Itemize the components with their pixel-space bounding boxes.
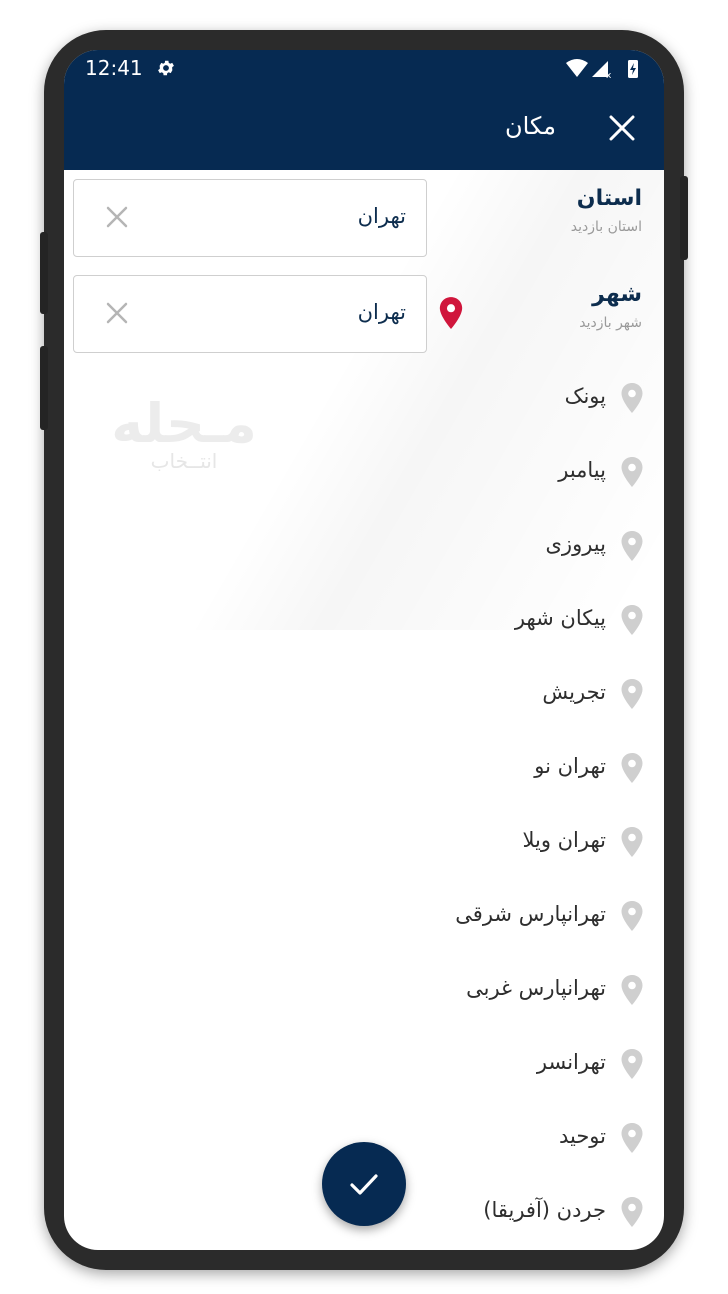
location-pin-icon <box>620 678 644 714</box>
app-bar: مکان <box>64 86 664 170</box>
location-pin-icon <box>620 604 644 640</box>
list-item[interactable]: تهرانپارس غربی <box>84 970 644 1010</box>
wifi-icon <box>566 59 588 77</box>
location-pin-icon <box>620 530 644 566</box>
location-pin-icon <box>620 826 644 862</box>
city-heading: شهر شهر بازدید <box>579 282 642 331</box>
list-item-label: تهران ویلا <box>522 828 606 852</box>
list-item-label: تهرانپارس غربی <box>466 976 606 1000</box>
list-item-label: تجریش <box>542 680 606 704</box>
location-pin-icon <box>620 900 644 936</box>
check-icon <box>350 1174 378 1195</box>
province-label: استان <box>576 186 642 211</box>
status-time: 12:41 <box>85 56 143 80</box>
list-item[interactable]: پیامبر <box>84 452 644 492</box>
location-pin-icon <box>620 456 644 492</box>
status-bar: 12:41 x <box>64 50 664 86</box>
location-pin-icon <box>620 1196 644 1232</box>
city-sublabel: شهر بازدید <box>579 315 642 331</box>
location-pin-icon <box>620 382 644 418</box>
list-item-label: پیکان شهر <box>514 606 606 630</box>
volume-up-button <box>40 232 48 314</box>
list-item[interactable]: تجریش <box>84 674 644 714</box>
svg-text:x: x <box>606 71 612 80</box>
city-label: شهر <box>592 282 642 307</box>
list-item[interactable]: تهران ویلا <box>84 822 644 862</box>
province-value: تهران <box>357 204 406 228</box>
list-item-label: پیامبر <box>558 458 606 482</box>
list-item-label: توحید <box>558 1124 606 1148</box>
close-icon <box>609 115 635 141</box>
list-item-label: جردن (آفریقا) <box>483 1198 606 1222</box>
list-item[interactable]: تهرانسر <box>84 1044 644 1084</box>
location-pin-icon <box>438 296 464 334</box>
clear-city-button[interactable] <box>106 302 128 324</box>
list-item-label: تهرانپارس شرقی <box>455 902 606 926</box>
list-item[interactable]: پونک <box>84 378 644 418</box>
close-icon <box>106 206 128 228</box>
list-item[interactable]: تهرانپارس شرقی <box>84 896 644 936</box>
screen: 12:41 x مکان مـحله انتــخاب استان استان … <box>64 50 664 1250</box>
city-field[interactable]: تهران <box>73 275 427 353</box>
location-pin-icon <box>620 1048 644 1084</box>
clear-province-button[interactable] <box>106 206 128 228</box>
list-item-label: پونک <box>564 384 606 408</box>
power-button <box>680 176 688 260</box>
location-pin-icon <box>620 974 644 1010</box>
page-title: مکان <box>504 112 556 140</box>
list-item-label: پیروزی <box>545 532 607 556</box>
volume-down-button <box>40 346 48 430</box>
status-icons: x <box>564 58 644 81</box>
confirm-button[interactable] <box>322 1142 406 1226</box>
city-value: تهران <box>357 300 406 324</box>
close-button[interactable] <box>608 114 636 142</box>
location-pin-icon <box>620 752 644 788</box>
location-pin-icon <box>620 1122 644 1158</box>
list-item[interactable]: پیروزی <box>84 526 644 566</box>
list-item[interactable]: پیکان شهر <box>84 600 644 640</box>
list-item-label: تهرانسر <box>536 1050 606 1074</box>
gear-icon <box>156 58 176 82</box>
list-item[interactable]: تهران نو <box>84 748 644 788</box>
list-item-label: تهران نو <box>534 754 606 778</box>
province-heading: استان استان بازدید <box>571 186 642 235</box>
close-icon <box>106 302 128 324</box>
province-field[interactable]: تهران <box>73 179 427 257</box>
province-sublabel: استان بازدید <box>570 219 642 235</box>
